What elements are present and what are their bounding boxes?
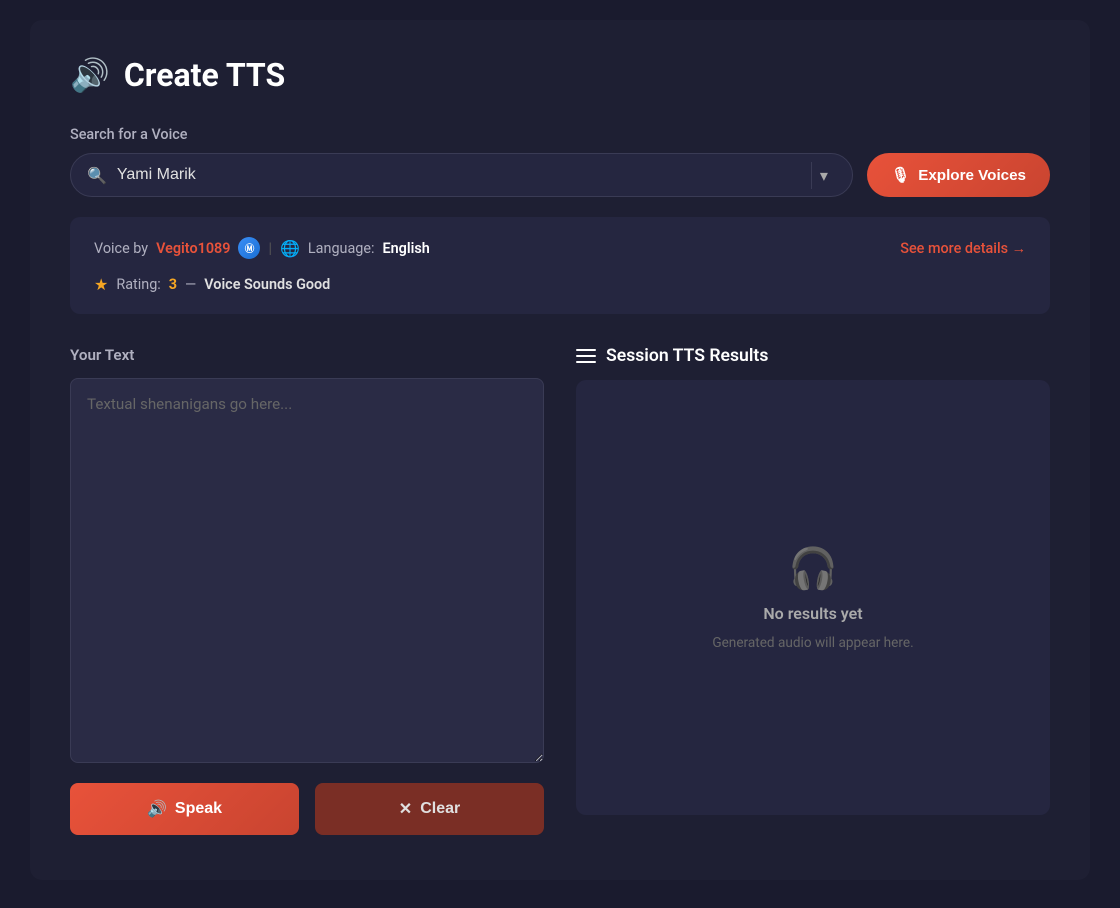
explore-icon: 🎙 bbox=[891, 166, 910, 184]
rating-value: 3 bbox=[169, 276, 177, 293]
page-title: Create TTS bbox=[124, 56, 285, 94]
rating-dash: — bbox=[185, 276, 196, 293]
dropdown-arrow-icon[interactable]: ▾ bbox=[811, 162, 836, 189]
explore-voices-button[interactable]: 🎙 Explore Voices bbox=[867, 153, 1050, 197]
speak-button[interactable]: 🔊 Speak bbox=[70, 783, 299, 835]
search-label: Search for a Voice bbox=[70, 126, 1050, 143]
no-results-sub: Generated audio will appear here. bbox=[712, 635, 913, 651]
your-text-input[interactable] bbox=[70, 378, 544, 763]
button-row: 🔊 Speak ✕ Clear bbox=[70, 783, 544, 835]
rating-row: ★ Rating: 3 — Voice Sounds Good bbox=[94, 275, 1026, 294]
voice-info-left: Voice by Vegito1089 Ⓜ | 🌐 Language: Engl… bbox=[94, 237, 430, 259]
separator: | bbox=[268, 240, 272, 257]
search-icon: 🔍 bbox=[87, 166, 107, 185]
voice-author[interactable]: Vegito1089 bbox=[156, 240, 230, 257]
star-icon: ★ bbox=[94, 275, 108, 294]
right-panel: Session TTS Results 🎧 No results yet Gen… bbox=[576, 346, 1050, 835]
search-row: 🔍 ▾ 🎙 Explore Voices bbox=[70, 153, 1050, 197]
speaker-icon: 🔊 bbox=[70, 56, 110, 94]
page-header: 🔊 Create TTS bbox=[70, 56, 1050, 94]
language-value: English bbox=[383, 240, 430, 257]
voice-info-card: Voice by Vegito1089 Ⓜ | 🌐 Language: Engl… bbox=[70, 217, 1050, 314]
globe-icon: 🌐 bbox=[280, 239, 300, 258]
no-results-title: No results yet bbox=[763, 604, 862, 623]
left-panel: Your Text 🔊 Speak ✕ Clear bbox=[70, 346, 544, 835]
hamburger-icon bbox=[576, 349, 596, 363]
see-more-details-link[interactable]: See more details → bbox=[900, 240, 1026, 257]
search-input-wrapper[interactable]: 🔍 ▾ bbox=[70, 153, 853, 197]
clear-icon: ✕ bbox=[399, 799, 412, 819]
rating-label: Rating: bbox=[116, 276, 160, 293]
speak-icon: 🔊 bbox=[147, 799, 167, 819]
session-label: Session TTS Results bbox=[576, 346, 1050, 366]
author-badge-icon: Ⓜ bbox=[238, 237, 260, 259]
voice-info-top: Voice by Vegito1089 Ⓜ | 🌐 Language: Engl… bbox=[94, 237, 1026, 259]
language-label: Language: bbox=[308, 240, 375, 257]
your-text-label: Your Text bbox=[70, 346, 544, 364]
main-container: 🔊 Create TTS Search for a Voice 🔍 ▾ 🎙 Ex… bbox=[30, 20, 1090, 880]
voice-by-label: Voice by bbox=[94, 240, 148, 257]
headphone-icon: 🎧 bbox=[788, 545, 838, 592]
results-panel: 🎧 No results yet Generated audio will ap… bbox=[576, 380, 1050, 815]
clear-button[interactable]: ✕ Clear bbox=[315, 783, 544, 835]
content-row: Your Text 🔊 Speak ✕ Clear bbox=[70, 346, 1050, 835]
rating-text: Voice Sounds Good bbox=[204, 276, 330, 293]
search-input[interactable] bbox=[117, 154, 803, 196]
